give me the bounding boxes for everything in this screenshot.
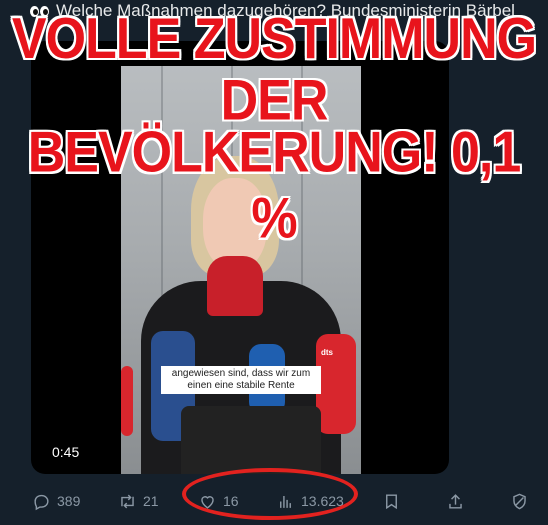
microphone: dts <box>316 334 356 434</box>
share-button[interactable] <box>446 486 465 516</box>
headline-line1: VOLLE ZUSTIMMUNG DER <box>11 7 537 133</box>
retweet-icon <box>121 494 134 508</box>
microphone <box>121 366 133 436</box>
grok-button[interactable] <box>510 486 529 516</box>
shield-icon <box>513 493 526 509</box>
microphone <box>181 406 321 474</box>
annotation-circle <box>182 468 358 520</box>
reply-icon <box>34 494 49 510</box>
reply-count: 389 <box>57 493 81 509</box>
retweet-count: 21 <box>143 493 159 509</box>
speaker-sweater <box>207 256 263 316</box>
retweet-button[interactable]: 21 <box>118 486 159 516</box>
video-subtitle: angewiesen sind, dass wir zum einen eine… <box>161 366 321 394</box>
overlay-headline: VOLLE ZUSTIMMUNG DER BEVÖLKERUNG! 0,1 % <box>0 8 548 251</box>
bookmark-icon <box>386 493 397 509</box>
bookmark-button[interactable] <box>382 486 401 516</box>
reply-button[interactable]: 389 <box>32 486 80 516</box>
share-icon <box>449 493 462 509</box>
video-duration: 0:45 <box>52 444 80 460</box>
headline-line2: BEVÖLKERUNG! 0,1 % <box>27 121 522 251</box>
mic-label: dts <box>321 348 333 357</box>
